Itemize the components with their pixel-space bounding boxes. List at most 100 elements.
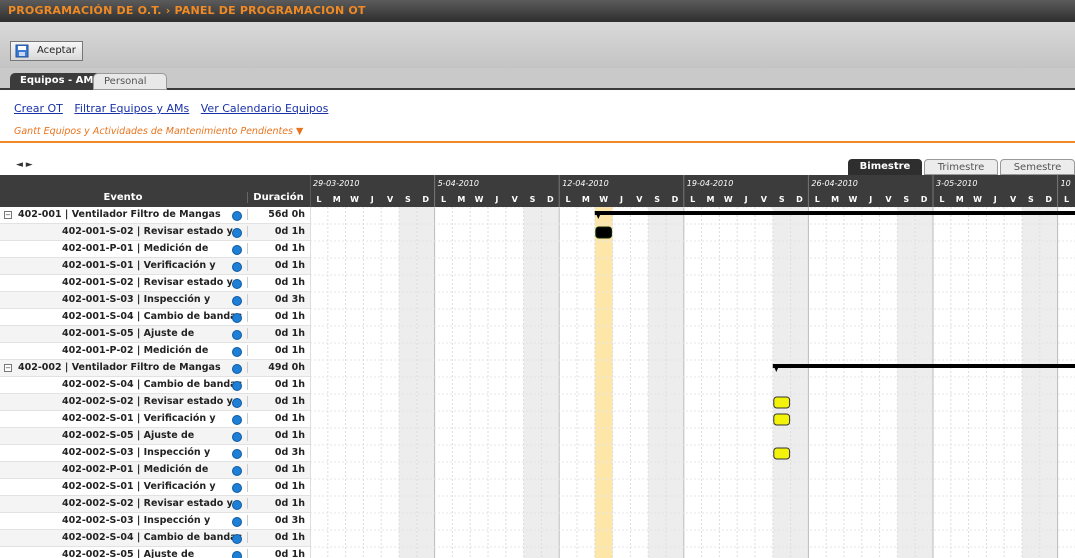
task-name: 402-001-P-01 | Medición de [62, 243, 209, 254]
day-label: M [457, 195, 465, 204]
timeline-nav-arrows[interactable]: ◄ ► [16, 160, 33, 170]
task-duration: 0d 1h [247, 243, 309, 254]
task-row[interactable]: 402-001-S-05 | Ajuste de 0d 1h [0, 326, 310, 343]
column-header-event[interactable]: Evento [0, 192, 246, 203]
info-icon[interactable] [232, 228, 242, 238]
task-duration: 0d 1h [247, 226, 309, 237]
info-icon[interactable] [232, 466, 242, 476]
day-label: S [779, 195, 785, 204]
day-label: J [619, 195, 623, 204]
view-tab-trimestre[interactable]: Trimestre [924, 159, 998, 175]
day-label: S [405, 195, 411, 204]
task-row[interactable]: 402-002-S-05 | Ajuste de 0d 1h [0, 547, 310, 558]
chevron-down-icon: ▼ [296, 126, 304, 137]
weekend-column [666, 207, 684, 558]
task-row[interactable]: 402-002-S-02 | Revisar estado y 0d 1h [0, 394, 310, 411]
task-row[interactable]: 402-002-S-05 | Ajuste de 0d 1h [0, 428, 310, 445]
task-block-yellow [773, 447, 791, 460]
task-row[interactable]: 402-002-S-01 | Verificación y 0d 1h [0, 479, 310, 496]
day-label: V [761, 195, 768, 204]
day-label: L [566, 195, 571, 204]
day-label: V [885, 195, 892, 204]
filter-equipment-link[interactable]: Filtrar Equipos y AMs [74, 102, 189, 115]
task-row[interactable]: 402-002-S-03 | Inspección y 0d 3h [0, 445, 310, 462]
task-duration: 0d 1h [247, 464, 309, 475]
view-calendar-link[interactable]: Ver Calendario Equipos [201, 102, 329, 115]
task-name: 402-001-S-04 | Cambio de bandas [62, 311, 243, 322]
task-row[interactable]: 402-001-S-01 | Verificación y 0d 1h [0, 258, 310, 275]
task-row[interactable]: 402-001-S-02 | Revisar estado y 0d 1h [0, 224, 310, 241]
info-icon[interactable] [232, 262, 242, 272]
task-duration: 0d 1h [247, 311, 309, 322]
task-block-yellow [773, 396, 791, 409]
info-icon[interactable] [232, 432, 242, 442]
info-icon[interactable] [232, 211, 242, 221]
day-label: L [815, 195, 820, 204]
task-duration: 0d 1h [247, 430, 309, 441]
group-row[interactable]: −402-002 | Ventilador Filtro de Mangas 49… [0, 360, 310, 377]
info-icon[interactable] [232, 500, 242, 510]
task-row[interactable]: 402-001-S-03 | Inspección y 0d 3h [0, 292, 310, 309]
info-icon[interactable] [232, 279, 242, 289]
accept-button[interactable]: Aceptar [10, 41, 83, 61]
task-duration: 0d 1h [247, 260, 309, 271]
view-tab-bimestre[interactable]: Bimestre [848, 159, 922, 175]
info-icon[interactable] [232, 551, 242, 558]
task-row[interactable]: 402-002-S-04 | Cambio de bandas 0d 1h [0, 377, 310, 394]
info-icon[interactable] [232, 415, 242, 425]
view-tab-semestre[interactable]: Semestre [1000, 159, 1075, 175]
info-icon[interactable] [232, 534, 242, 544]
info-icon[interactable] [232, 296, 242, 306]
task-row[interactable]: 402-002-S-02 | Revisar estado y 0d 1h [0, 496, 310, 513]
day-label: S [1028, 195, 1034, 204]
task-duration: 0d 1h [247, 481, 309, 492]
tab-equipos-am[interactable]: Equipos - AM [10, 73, 104, 90]
day-label: V [1010, 195, 1017, 204]
info-icon[interactable] [232, 381, 242, 391]
task-name: 402-002 | Ventilador Filtro de Mangas [18, 362, 221, 373]
info-icon[interactable] [232, 517, 242, 527]
task-name: 402-001-S-01 | Verificación y [62, 260, 216, 271]
info-icon[interactable] [232, 483, 242, 493]
weekend-column [915, 207, 933, 558]
create-ot-link[interactable]: Crear OT [14, 102, 63, 115]
task-row[interactable]: 402-002-S-01 | Verificación y 0d 1h [0, 411, 310, 428]
info-icon[interactable] [232, 245, 242, 255]
tab-personal[interactable]: Personal [93, 73, 167, 90]
info-icon[interactable] [232, 364, 242, 374]
task-duration: 0d 1h [247, 277, 309, 288]
column-header-duration[interactable]: Duración [247, 192, 309, 203]
day-label: J [744, 195, 748, 204]
info-icon[interactable] [232, 347, 242, 357]
day-label: W [848, 195, 857, 204]
info-icon[interactable] [232, 398, 242, 408]
weekend-column [772, 207, 791, 558]
day-label: J [370, 195, 374, 204]
task-row[interactable]: 402-002-P-01 | Medición de 0d 1h [0, 462, 310, 479]
day-label: S [654, 195, 660, 204]
day-label: D [547, 195, 554, 204]
day-label: L [441, 195, 446, 204]
task-row[interactable]: 402-001-P-02 | Medición de 0d 1h [0, 343, 310, 360]
group-row[interactable]: −402-001 | Ventilador Filtro de Mangas 56… [0, 207, 310, 224]
task-name: 402-001-S-03 | Inspección y [62, 294, 211, 305]
day-label: W [599, 195, 608, 204]
section-title-dropdown[interactable]: Gantt Equipos y Actividades de Mantenimi… [14, 126, 303, 137]
info-icon[interactable] [232, 449, 242, 459]
info-icon[interactable] [232, 330, 242, 340]
collapse-icon[interactable]: − [4, 364, 12, 372]
task-row[interactable]: 402-002-S-04 | Cambio de bandas 0d 1h [0, 530, 310, 547]
accept-button-label: Aceptar [37, 45, 76, 56]
day-label: J [993, 195, 997, 204]
task-row[interactable]: 402-001-S-04 | Cambio de bandas 0d 1h [0, 309, 310, 326]
collapse-icon[interactable]: − [4, 211, 12, 219]
weekend-column [523, 207, 542, 558]
task-row[interactable]: 402-001-P-01 | Medición de 0d 1h [0, 241, 310, 258]
task-row[interactable]: 402-002-S-03 | Inspección y 0d 3h [0, 513, 310, 530]
day-label: S [530, 195, 536, 204]
day-label: D [672, 195, 679, 204]
task-duration: 0d 3h [247, 294, 309, 305]
task-row[interactable]: 402-001-S-02 | Revisar estado y 0d 1h [0, 275, 310, 292]
task-duration: 0d 1h [247, 532, 309, 543]
info-icon[interactable] [232, 313, 242, 323]
